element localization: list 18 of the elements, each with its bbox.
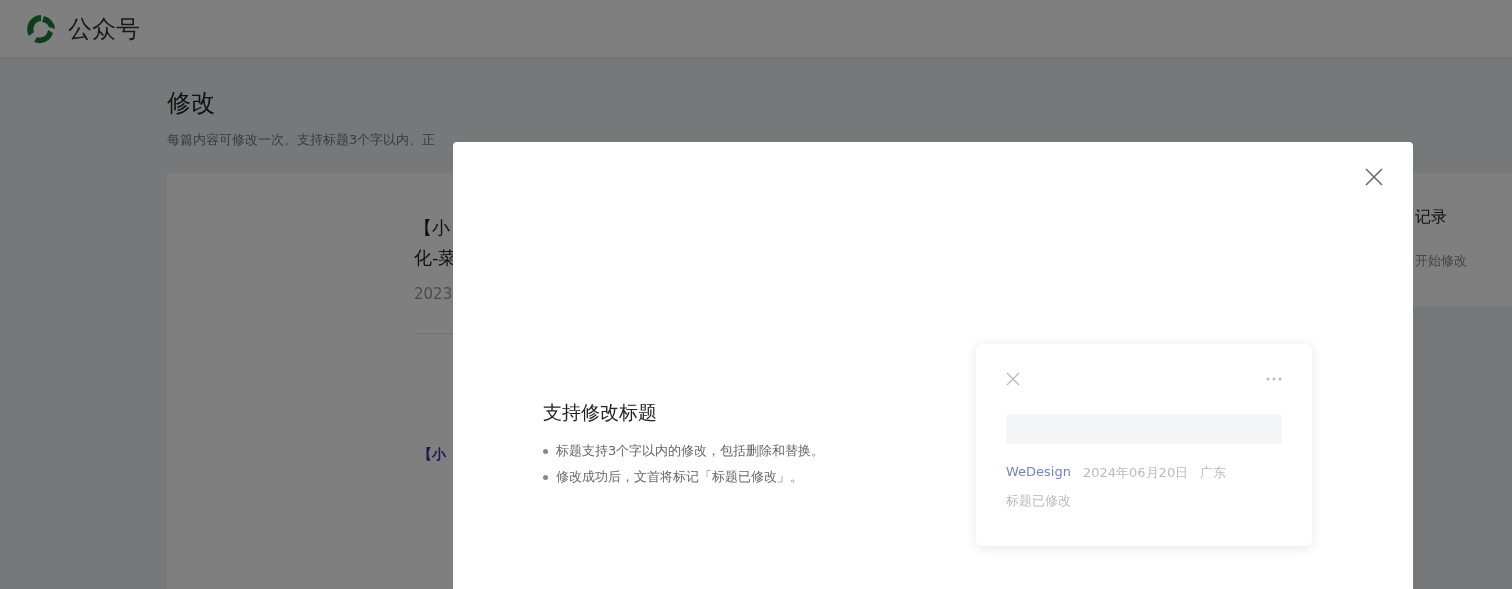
publish-date: 2024年06月20日	[1083, 464, 1189, 482]
close-icon[interactable]	[1365, 168, 1383, 186]
bullet-text: 标题支持3个字以内的修改，包括删除和替换。	[556, 442, 825, 460]
close-icon	[1006, 372, 1020, 386]
article-title: 【小	[414, 216, 450, 240]
page-title: 修改	[167, 88, 216, 119]
article-excerpt: 【小	[418, 446, 446, 464]
edited-label: 标题已修改	[1006, 492, 1072, 510]
more-icon	[1266, 377, 1282, 381]
author-name: WeDesign	[1006, 464, 1071, 481]
location: 广东	[1200, 464, 1227, 482]
bullet-icon	[543, 474, 548, 480]
side-card-text: 开始修改	[1415, 252, 1467, 270]
bullet-text: 修改成功后，文首将标记「标题已修改」。	[556, 468, 803, 486]
brand-name: 公众号	[68, 13, 140, 45]
side-card-title: 记录	[1415, 207, 1447, 228]
bullet-icon	[543, 448, 548, 454]
dialog-heading: 支持修改标题	[543, 400, 658, 425]
